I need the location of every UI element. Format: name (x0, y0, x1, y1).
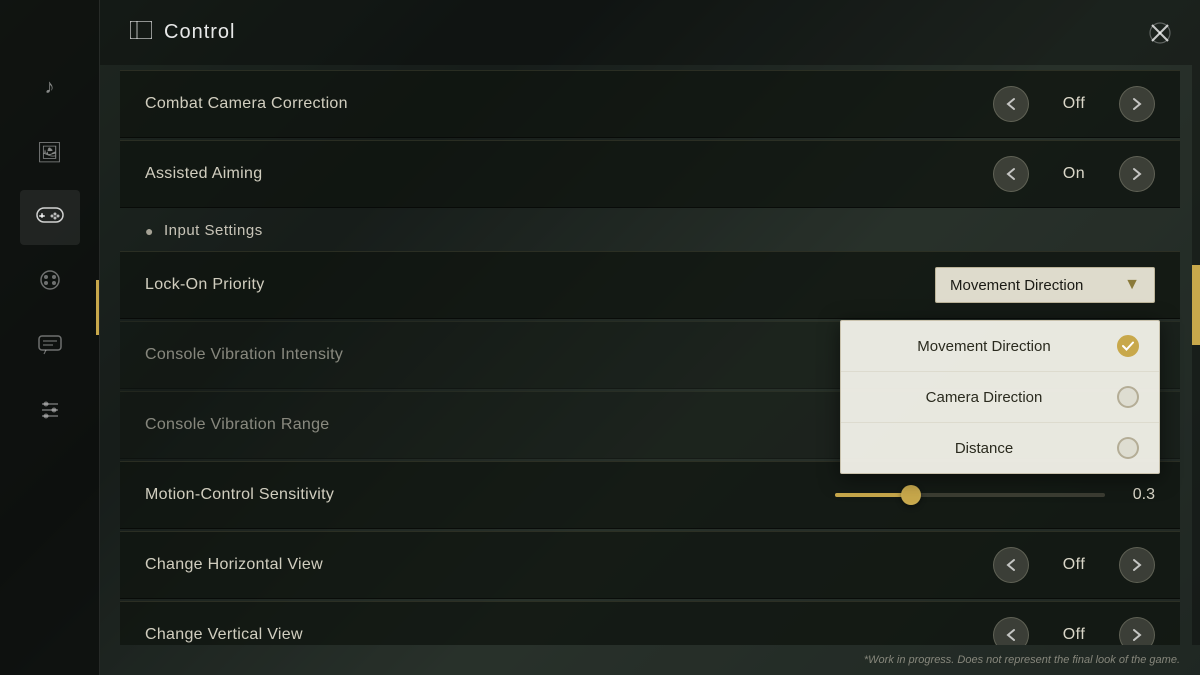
assisted-aiming-row: Assisted Aiming On (120, 140, 1180, 208)
dropdown-menu: Movement Direction Camera Direction Dist… (840, 320, 1160, 474)
scrollbar[interactable] (1192, 65, 1200, 645)
motion-control-value: 0.3 (1120, 486, 1155, 504)
input-settings-icon: ● (145, 223, 154, 239)
sidebar-item-chat[interactable] (20, 320, 80, 375)
sidebar-item-gamepad[interactable] (20, 255, 80, 310)
assisted-aiming-label: Assisted Aiming (145, 165, 993, 183)
lock-on-dropdown[interactable]: Movement Direction ▼ (935, 267, 1155, 303)
option-camera-direction[interactable]: Camera Direction (841, 372, 1159, 423)
header-icon (130, 21, 152, 44)
option-distance-check (1117, 437, 1139, 459)
assisted-aiming-value: On (1044, 165, 1104, 183)
gamepad-icon (36, 269, 64, 297)
sidebar-item-display[interactable]: 🖼 (20, 125, 80, 180)
slider-thumb[interactable] (901, 485, 921, 505)
header: Control (100, 0, 1200, 65)
dropdown-arrow-icon: ▼ (1124, 276, 1140, 294)
vertical-view-row: Change Vertical View Off (120, 601, 1180, 645)
horizontal-right[interactable] (1119, 547, 1155, 583)
option-distance-label: Distance (861, 440, 1107, 457)
tools-icon (38, 398, 62, 428)
combat-camera-control: Off (993, 86, 1155, 122)
footer-text: *Work in progress. Does not represent th… (864, 654, 1180, 666)
close-button[interactable] (1140, 13, 1180, 53)
vertical-view-label: Change Vertical View (145, 626, 993, 644)
vertical-right[interactable] (1119, 617, 1155, 645)
slider-track[interactable] (835, 493, 1105, 497)
horizontal-view-row: Change Horizontal View Off (120, 531, 1180, 599)
combat-camera-row: Combat Camera Correction Off (120, 70, 1180, 138)
combat-camera-value: Off (1044, 95, 1104, 113)
motion-control-slider-container: 0.3 (835, 486, 1155, 504)
vertical-left[interactable] (993, 617, 1029, 645)
sidebar-item-music[interactable]: ♪ (20, 60, 80, 115)
dropdown-selected-value: Movement Direction (950, 277, 1114, 294)
assisted-aiming-control: On (993, 156, 1155, 192)
combat-camera-label: Combat Camera Correction (145, 95, 993, 113)
horizontal-left[interactable] (993, 547, 1029, 583)
option-movement-check (1117, 335, 1139, 357)
slider-fill (835, 493, 911, 497)
vertical-view-control: Off (993, 617, 1155, 645)
input-settings-label: Input Settings (164, 222, 263, 239)
sidebar-item-controller[interactable] (20, 190, 80, 245)
sidebar-active-indicator (96, 280, 99, 335)
scrollbar-thumb[interactable] (1192, 265, 1200, 345)
horizontal-view-value: Off (1044, 556, 1104, 574)
motion-control-label: Motion-Control Sensitivity (145, 486, 835, 504)
chat-icon (38, 334, 62, 362)
lock-on-priority-row: Lock-On Priority Movement Direction ▼ Mo… (120, 251, 1180, 319)
input-settings-header: ● Input Settings (120, 210, 1180, 251)
combat-camera-right[interactable] (1119, 86, 1155, 122)
option-camera-check (1117, 386, 1139, 408)
sidebar: ♪ 🖼 (0, 0, 100, 675)
page-title: Control (164, 21, 235, 44)
assisted-aiming-right[interactable] (1119, 156, 1155, 192)
music-icon: ♪ (45, 76, 55, 99)
option-distance[interactable]: Distance (841, 423, 1159, 473)
assisted-aiming-left[interactable] (993, 156, 1029, 192)
horizontal-view-control: Off (993, 547, 1155, 583)
controller-icon (36, 204, 64, 232)
footer: *Work in progress. Does not represent th… (100, 645, 1200, 675)
combat-camera-left[interactable] (993, 86, 1029, 122)
display-icon: 🖼 (37, 140, 62, 165)
sidebar-item-tools[interactable] (20, 385, 80, 440)
vertical-view-value: Off (1044, 626, 1104, 644)
option-movement-label: Movement Direction (861, 338, 1107, 355)
main-content: Combat Camera Correction Off Assisted Ai… (100, 65, 1200, 645)
horizontal-view-label: Change Horizontal View (145, 556, 993, 574)
lock-on-priority-label: Lock-On Priority (145, 276, 935, 294)
option-movement-direction[interactable]: Movement Direction (841, 321, 1159, 372)
option-camera-label: Camera Direction (861, 389, 1107, 406)
